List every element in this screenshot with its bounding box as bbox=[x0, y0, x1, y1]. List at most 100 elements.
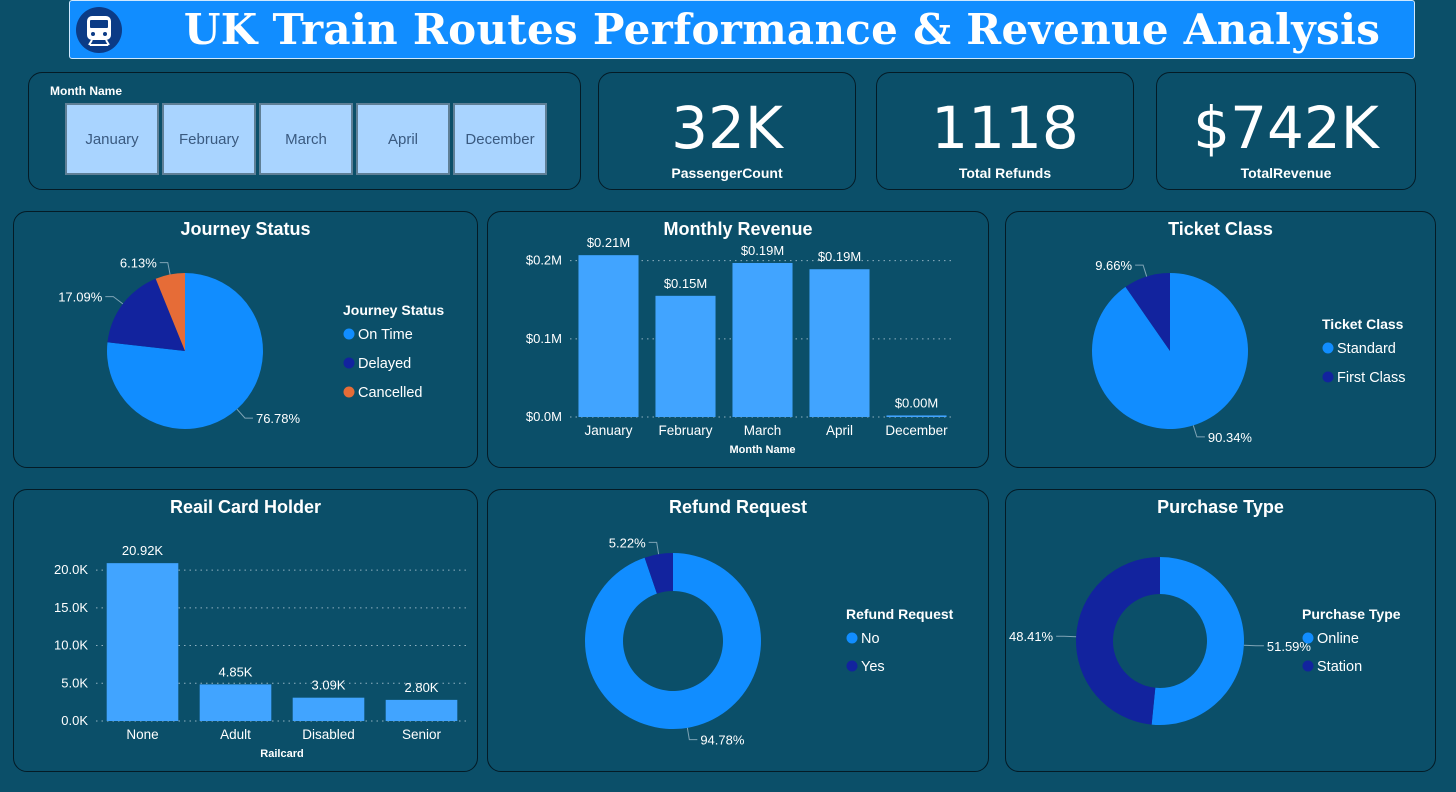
journey-status-card: Journey Status 76.78% 17.09% 6.13% Journey … bbox=[13, 211, 478, 468]
x-tick-label: February bbox=[658, 423, 712, 438]
y-tick-label: $0.1M bbox=[526, 331, 562, 346]
data-label: 2.80K bbox=[405, 680, 439, 695]
ticket-class-card: Ticket Class 90.34% 9.66% Ticket Class Stan… bbox=[1005, 211, 1436, 468]
x-axis-title: Month Name bbox=[730, 444, 796, 456]
pie-slice-online bbox=[1151, 557, 1245, 725]
legend-item-delayed: Delayed bbox=[358, 356, 411, 372]
railcard-holder-card: Reail Card Holder 0.0K 5.0K 10.0K 15.0K 20.0… bbox=[13, 489, 478, 772]
legend-marker bbox=[1302, 632, 1314, 644]
x-tick-label: March bbox=[744, 423, 782, 438]
kpi-value: 1118 bbox=[931, 94, 1079, 162]
legend-marker bbox=[343, 357, 355, 369]
slicer-option-december[interactable]: December bbox=[453, 103, 547, 175]
data-label: 3.09K bbox=[312, 678, 346, 693]
bar-january bbox=[578, 255, 639, 417]
legend-title: Journey Status bbox=[343, 302, 444, 318]
bar-february bbox=[655, 295, 716, 417]
journey-status-pie-chart: 76.78% 17.09% 6.13% Journey Status On Time De… bbox=[58, 256, 444, 429]
monthly-revenue-bar-chart: $0.0M $0.1M $0.2M $0.21M January $0.15M Februa… bbox=[526, 235, 955, 456]
legend-item-first-class: First Class bbox=[1337, 370, 1405, 386]
data-label: $0.15M bbox=[664, 276, 707, 291]
bar-none bbox=[106, 563, 179, 721]
x-tick-label: December bbox=[885, 423, 948, 438]
data-label: $0.21M bbox=[587, 235, 630, 250]
legend-marker bbox=[1322, 342, 1334, 354]
x-tick-label: None bbox=[126, 727, 158, 742]
data-label: 17.09% bbox=[58, 290, 103, 305]
data-label: 48.41% bbox=[1009, 629, 1054, 644]
legend-item-station: Station bbox=[1317, 659, 1362, 675]
kpi-value: 32K bbox=[671, 94, 783, 162]
slicer-label: Month Name bbox=[50, 84, 122, 98]
monthly-revenue-card: Monthly Revenue $0.0M $0.1M $0.2M $0.21M Jan… bbox=[487, 211, 989, 468]
y-tick-label: 10.0K bbox=[54, 638, 88, 653]
y-tick-label: 5.0K bbox=[61, 675, 88, 690]
kpi-label: Total Refunds bbox=[958, 165, 1052, 181]
data-label: 20.92K bbox=[122, 543, 164, 558]
legend-marker bbox=[1302, 660, 1314, 672]
x-tick-label: Disabled bbox=[302, 727, 355, 742]
page-title: UK Train Routes Performance & Revenue An… bbox=[183, 5, 1381, 54]
bar-senior bbox=[385, 699, 458, 721]
data-label: 76.78% bbox=[256, 411, 301, 426]
kpi-label: TotalRevenue bbox=[1240, 165, 1332, 181]
y-tick-label: $0.2M bbox=[526, 253, 562, 268]
leader-line bbox=[648, 541, 660, 555]
leader-line bbox=[686, 727, 698, 741]
bar-disabled bbox=[292, 697, 365, 721]
train-icon bbox=[76, 7, 122, 53]
y-tick-label: $0.0M bbox=[526, 409, 562, 424]
legend-title: Purchase Type bbox=[1302, 606, 1401, 622]
x-tick-label: January bbox=[584, 423, 632, 438]
legend-title: Refund Request bbox=[846, 606, 954, 622]
leader-line bbox=[1135, 264, 1148, 277]
slicer-option-february[interactable]: February bbox=[162, 103, 256, 175]
x-tick-label: Adult bbox=[220, 727, 251, 742]
leader-line bbox=[105, 296, 124, 305]
legend-marker bbox=[343, 328, 355, 340]
slicer-option-april[interactable]: April bbox=[356, 103, 450, 175]
refund-request-donut-chart: 94.78% 5.22% Refund Request No Yes bbox=[585, 535, 954, 748]
data-label: $0.19M bbox=[741, 243, 784, 258]
leader-line bbox=[236, 408, 253, 419]
legend-item-yes: Yes bbox=[861, 659, 885, 675]
purchase-type-donut-chart: 51.59%48.41%Purchase TypeOnlineStation bbox=[1009, 557, 1401, 725]
legend-item-on-time: On Time bbox=[358, 327, 413, 343]
kpi-card-total-revenue: $742K TotalRevenue bbox=[1156, 72, 1416, 190]
data-label: $0.00M bbox=[895, 395, 938, 410]
data-label: 90.34% bbox=[1208, 430, 1253, 445]
data-label: 94.78% bbox=[700, 733, 745, 748]
legend-item-online: Online bbox=[1317, 631, 1359, 647]
bar-march bbox=[732, 262, 793, 417]
data-label: 5.22% bbox=[609, 535, 646, 550]
data-label: 4.85K bbox=[219, 664, 253, 679]
leader-line bbox=[1056, 635, 1077, 638]
header-banner: UK Train Routes Performance & Revenue An… bbox=[69, 0, 1415, 59]
legend-item-cancelled: Cancelled bbox=[358, 385, 423, 401]
data-label: $0.19M bbox=[818, 249, 861, 264]
kpi-card-passenger-count: 32K PassengerCount bbox=[598, 72, 856, 190]
ticket-class-pie-chart: 90.34% 9.66% Ticket Class Standard First Cla… bbox=[1092, 258, 1405, 445]
legend-item-standard: Standard bbox=[1337, 341, 1396, 357]
data-label: 9.66% bbox=[1095, 258, 1132, 273]
bar-adult bbox=[199, 684, 272, 721]
legend-item-no: No bbox=[861, 631, 880, 647]
kpi-value: $742K bbox=[1193, 94, 1379, 162]
x-axis-title: Railcard bbox=[260, 748, 303, 760]
slicer-option-march[interactable]: March bbox=[259, 103, 353, 175]
legend-marker bbox=[1322, 371, 1334, 383]
legend-marker bbox=[846, 632, 858, 644]
pie-slice-station bbox=[1076, 557, 1160, 725]
slicer-option-january[interactable]: January bbox=[65, 103, 159, 175]
legend-marker bbox=[343, 386, 355, 398]
kpi-label: PassengerCount bbox=[671, 165, 783, 181]
leader-line bbox=[1243, 644, 1264, 647]
legend-title: Ticket Class bbox=[1322, 316, 1404, 332]
y-tick-label: 15.0K bbox=[54, 600, 88, 615]
y-tick-label: 20.0K bbox=[54, 562, 88, 577]
bar-april bbox=[809, 269, 870, 417]
data-label: 6.13% bbox=[120, 256, 157, 271]
kpi-card-total-refunds: 1118 Total Refunds bbox=[876, 72, 1134, 190]
railcard-bar-chart: 0.0K 5.0K 10.0K 15.0K 20.0K 20.92K None 4.85K Ad… bbox=[54, 543, 468, 760]
leader-line bbox=[1192, 425, 1205, 438]
